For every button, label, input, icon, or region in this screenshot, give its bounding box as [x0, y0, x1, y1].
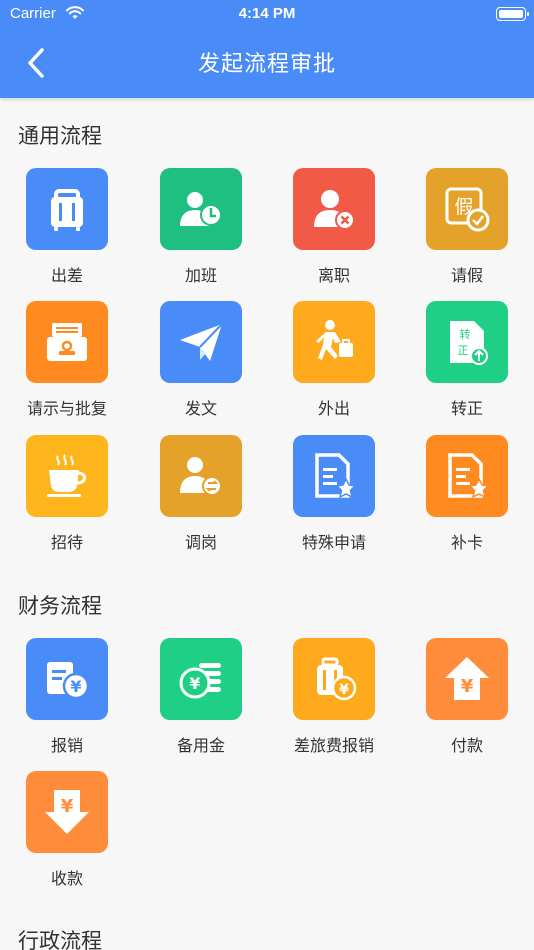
process-item-go-out[interactable]: 外出: [267, 301, 401, 429]
download-yen-icon: ¥: [26, 771, 108, 853]
process-item-label: 调岗: [184, 533, 217, 552]
svg-text:¥: ¥: [461, 676, 474, 697]
house-yen-icon: ¥: [426, 638, 508, 720]
coffee-cup-icon: [26, 435, 108, 517]
process-item-transfer[interactable]: 调岗: [134, 435, 268, 563]
section-title-finance: 财务流程: [18, 594, 102, 618]
process-item-label: 转正: [450, 399, 483, 418]
process-item-special-request[interactable]: 特殊申请: [267, 435, 401, 563]
process-item-regularize[interactable]: 转正 转正: [400, 301, 534, 429]
section-title-general: 通用流程: [18, 124, 102, 148]
process-item-label: 请示与批复: [26, 399, 107, 418]
process-item-label: 补卡: [450, 533, 483, 552]
document-star-icon: [426, 435, 508, 517]
process-item-petty-cash[interactable]: ¥ 备用金: [134, 638, 268, 766]
process-item-travel-expense[interactable]: ¥ 差旅费报销: [267, 638, 401, 766]
process-item-payment[interactable]: ¥ 付款: [400, 638, 534, 766]
process-item-receipt[interactable]: ¥ 收款: [0, 771, 134, 899]
process-item-resignation[interactable]: 离职: [267, 168, 401, 296]
section-title-administration: 行政流程: [18, 929, 102, 950]
regularize-doc-icon: 转正: [426, 301, 508, 383]
document-star-icon: [293, 435, 375, 517]
svg-text:正: 正: [458, 344, 469, 357]
process-item-label: 外出: [317, 399, 350, 418]
leave-stamp-icon: 假: [426, 168, 508, 250]
svg-text:¥: ¥: [70, 677, 81, 696]
battery-icon: [496, 7, 529, 21]
user-transfer-icon: [160, 435, 242, 517]
process-item-label: 加班: [184, 266, 217, 285]
process-item-label: 备用金: [176, 736, 225, 755]
process-item-label: 差旅费报销: [293, 736, 374, 755]
walking-person-icon: [293, 301, 375, 383]
process-item-label: 特殊申请: [301, 533, 366, 552]
process-item-business-trip[interactable]: 出差: [0, 168, 134, 296]
process-item-label: 出差: [50, 266, 83, 285]
process-item-label: 招待: [50, 533, 83, 552]
process-item-label: 报销: [50, 736, 83, 755]
process-item-dispatch[interactable]: 发文: [134, 301, 268, 429]
process-item-reimbursement[interactable]: ¥ 报销: [0, 638, 134, 766]
user-remove-icon: [293, 168, 375, 250]
page-title: 发起流程审批: [197, 52, 336, 77]
process-item-label: 离职: [317, 266, 350, 285]
svg-text:¥: ¥: [339, 682, 349, 698]
user-clock-icon: [160, 168, 242, 250]
process-item-label: 发文: [184, 399, 217, 418]
process-item-leave[interactable]: 假 请假: [400, 168, 534, 296]
process-item-clock-in-fix[interactable]: 补卡: [400, 435, 534, 563]
process-item-label: 付款: [450, 736, 483, 755]
coins-yen-icon: ¥: [160, 638, 242, 720]
luggage-yen-icon: ¥: [293, 638, 375, 720]
svg-text:¥: ¥: [189, 674, 200, 693]
svg-text:转: 转: [460, 327, 471, 341]
process-item-request-approval[interactable]: 请示与批复: [0, 301, 134, 429]
status-time: 4:14 PM: [238, 5, 296, 22]
process-item-overtime[interactable]: 加班: [134, 168, 268, 296]
paper-plane-icon: [160, 301, 242, 383]
receipt-yen-icon: ¥: [26, 638, 108, 720]
status-bar: Carrier 4:14 PM: [0, 0, 534, 28]
process-item-label: 请假: [450, 266, 483, 285]
process-item-label: 收款: [50, 869, 83, 888]
navigation-bar: Carrier 4:14 PM 发起流程审批: [0, 0, 534, 98]
approval-stamp-icon: [26, 301, 108, 383]
svg-text:¥: ¥: [61, 796, 74, 817]
process-item-reception[interactable]: 招待: [0, 435, 134, 563]
luggage-icon: [26, 168, 108, 250]
